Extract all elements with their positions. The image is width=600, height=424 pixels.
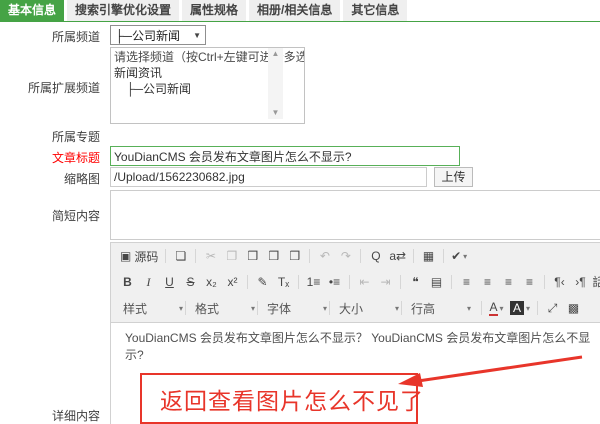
chevron-down-icon: ▾ <box>179 304 183 313</box>
ext-channel-option-placeholder[interactable]: 请选择频道（按Ctrl+左键可进行多选） <box>114 49 287 65</box>
short-content-textarea[interactable] <box>110 190 600 240</box>
bg-color-button[interactable]: A ▾ <box>508 299 532 317</box>
paste-button[interactable]: ❒ <box>243 247 262 265</box>
scroll-down-icon[interactable]: ▼ <box>272 107 280 119</box>
annotation-red-box: 返回查看图片怎么不见了 <box>140 373 418 424</box>
chevron-down-icon: ▾ <box>467 304 471 313</box>
chevron-down-icon: ▾ <box>251 304 255 313</box>
chevron-down-icon: ▾ <box>323 304 327 313</box>
text-color-button[interactable]: A ▾ <box>487 299 506 317</box>
tab-attribute-spec[interactable]: 属性规格 <box>182 0 246 21</box>
styles-combo[interactable]: 样式 ▾ <box>119 299 187 317</box>
select-all-button[interactable]: ▦ <box>419 247 438 265</box>
short-content-label: 简短内容 <box>0 207 100 224</box>
annotation-text: 返回查看图片怎么不见了 <box>160 382 424 416</box>
thumbnail-label: 缩略图 <box>0 170 100 187</box>
thumbnail-path-input[interactable] <box>110 167 427 187</box>
color-button-group: A ▾ A ▾ ⤢ ▩ <box>477 299 584 317</box>
tab-basic-info[interactable]: 基本信息 <box>0 0 64 21</box>
paste-from-word-button[interactable]: ❒ <box>285 247 304 265</box>
channel-select[interactable]: ├─公司新闻 ▼ <box>110 25 206 45</box>
rich-text-editor: ▣ 源码 ❏ ✂ ❐ ❒ <box>110 242 600 424</box>
paste-plain-text-button[interactable]: ❒ <box>264 247 283 265</box>
new-page-button[interactable]: ❏ <box>171 247 190 265</box>
language-button[interactable]: 話 ▾ <box>592 273 600 291</box>
subscript-button[interactable]: x₂ <box>202 273 221 291</box>
outdent-button[interactable]: ⇤ <box>355 273 374 291</box>
bold-button[interactable]: B <box>118 273 137 291</box>
channel-label: 所属频道 <box>0 28 100 45</box>
align-center-button[interactable]: ≡ <box>478 273 497 291</box>
editor-content-area[interactable]: YouDianCMS 会员发布文章图片怎么不显示？ YouDianCMS 会员发… <box>111 322 600 424</box>
ext-channel-option-company-news[interactable]: ├─公司新闻 <box>114 81 287 97</box>
bidi-ltr-button[interactable]: ¶‹ <box>550 273 569 291</box>
tab-bar: 基本信息搜索引擎优化设置属性规格相册/相关信息其它信息 <box>0 0 600 22</box>
size-combo[interactable]: 大小 ▾ <box>335 299 403 317</box>
spellcheck-button[interactable]: ✔ ▾ <box>449 247 469 265</box>
editor-toolbar-row2: B I U S x₂ <box>111 269 600 295</box>
find-button[interactable]: Q <box>366 247 385 265</box>
undo-button[interactable]: ↶ <box>315 247 334 265</box>
align-left-button[interactable]: ≡ <box>457 273 476 291</box>
align-right-button[interactable]: ≡ <box>499 273 518 291</box>
tab-other-info[interactable]: 其它信息 <box>343 0 407 21</box>
strikethrough-button[interactable]: S <box>181 273 200 291</box>
bullet-list-button[interactable]: •≡ <box>325 273 344 291</box>
indent-button[interactable]: ⇥ <box>376 273 395 291</box>
tab-seo-settings[interactable]: 搜索引擎优化设置 <box>67 0 179 21</box>
copy-button[interactable]: ❐ <box>222 247 241 265</box>
copy-format-button[interactable]: ✎ <box>253 273 272 291</box>
upload-button[interactable]: 上传 <box>434 167 473 187</box>
channel-select-value: ├─公司新闻 <box>115 27 180 44</box>
topic-label: 所属专题 <box>0 128 100 145</box>
article-edit-page: 基本信息搜索引擎优化设置属性规格相册/相关信息其它信息 所属频道 ├─公司新闻 … <box>0 0 600 424</box>
editor-toolbar-row3: 样式 ▾ 格式 ▾ 字体 ▾ 大小 ▾ 行高 ▾ <box>111 295 600 321</box>
line-height-combo[interactable]: 行高 ▾ <box>407 299 475 317</box>
font-combo[interactable]: 字体 ▾ <box>263 299 331 317</box>
tab-album-related-info[interactable]: 相册/相关信息 <box>249 0 340 21</box>
annotation-arrow-icon <box>394 350 589 395</box>
blockquote-button[interactable]: ❝ <box>406 273 425 291</box>
chevron-down-icon: ▼ <box>193 31 201 40</box>
ext-channel-option-news[interactable]: 新闻资讯 <box>114 65 287 81</box>
ext-channel-label: 所属扩展频道 <box>0 79 100 96</box>
cut-button[interactable]: ✂ <box>201 247 220 265</box>
replace-button[interactable]: a⇄ <box>387 247 408 265</box>
combo-group: 样式 ▾ 格式 ▾ 字体 ▾ 大小 ▾ 行高 ▾ <box>117 299 477 317</box>
chevron-down-icon: ▾ <box>395 304 399 313</box>
align-justify-button[interactable]: ≡ <box>520 273 539 291</box>
scroll-up-icon[interactable]: ▲ <box>272 48 280 60</box>
maximize-button[interactable]: ⤢ <box>543 299 562 317</box>
div-container-button[interactable]: ▤ <box>427 273 446 291</box>
editor-toolbar-row1: ▣ 源码 ❏ ✂ ❐ ❒ <box>111 243 600 269</box>
underline-button[interactable]: U <box>160 273 179 291</box>
listbox-scrollbar[interactable]: ▲ ▼ <box>268 48 283 119</box>
remove-format-button[interactable]: Tₓ <box>274 273 293 291</box>
superscript-button[interactable]: x² <box>223 273 242 291</box>
redo-button[interactable]: ↷ <box>336 247 355 265</box>
source-button[interactable]: ▣ 源码 <box>118 247 160 265</box>
ordered-list-button[interactable]: 1≡ <box>304 273 323 291</box>
detail-content-label: 详细内容 <box>0 407 100 424</box>
format-combo[interactable]: 格式 ▾ <box>191 299 259 317</box>
article-title-label: 文章标题 <box>0 149 100 166</box>
bidi-rtl-button[interactable]: ›¶ <box>571 273 590 291</box>
italic-button[interactable]: I <box>139 273 158 291</box>
article-title-input[interactable] <box>110 146 460 166</box>
show-blocks-button[interactable]: ▩ <box>564 299 583 317</box>
